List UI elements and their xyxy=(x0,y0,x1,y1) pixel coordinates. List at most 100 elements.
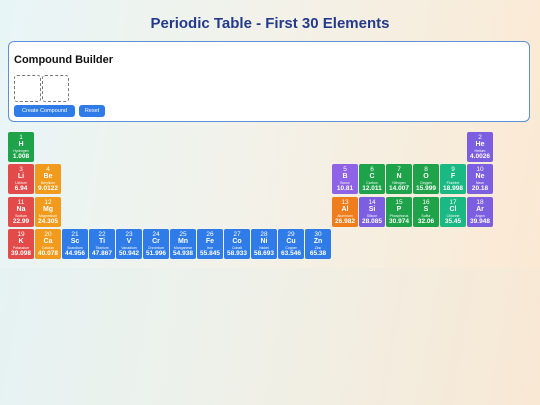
element-symbol: Fe xyxy=(205,237,215,245)
element-tile-zn[interactable]: 30 Zn Zinc 65.38 xyxy=(305,228,331,259)
element-tile-mn[interactable]: 25 Mn Manganese 54.938 xyxy=(170,228,196,259)
element-tile-n[interactable]: 7 N Nitrogen 14.007 xyxy=(386,164,412,195)
element-number: 11 xyxy=(17,198,25,206)
element-tile-cr[interactable]: 24 Cr Chromium 51.996 xyxy=(143,228,169,259)
element-number: 27 xyxy=(233,230,241,238)
element-tile-b[interactable]: 5 B Boron 10.81 xyxy=(332,164,358,195)
element-mass: 47.867 xyxy=(92,249,112,257)
element-symbol: N xyxy=(396,173,402,181)
element-tile-ti[interactable]: 22 Ti Titanium 47.867 xyxy=(89,228,115,259)
element-number: 29 xyxy=(287,230,295,238)
element-symbol: Ca xyxy=(43,237,53,245)
element-number: 14 xyxy=(368,198,376,206)
element-mass: 1.008 xyxy=(12,153,30,160)
element-mass: 15.999 xyxy=(416,185,436,193)
element-symbol: Mg xyxy=(42,205,54,213)
element-number: 4 xyxy=(46,166,50,174)
element-symbol: Cr xyxy=(152,237,160,245)
element-mass: 20.18 xyxy=(471,185,489,193)
element-tile-be[interactable]: 4 Be Beryllium 9.0122 xyxy=(35,164,61,195)
element-number: 3 xyxy=(19,166,23,174)
element-tile-he[interactable]: 2 He Helium 4.0026 xyxy=(467,132,493,162)
element-symbol: Ar xyxy=(476,205,484,213)
element-symbol: Li xyxy=(17,173,25,181)
element-mass: 40.078 xyxy=(38,249,58,257)
element-mass: 58.693 xyxy=(254,249,274,257)
compound-builder-title: Compound Builder xyxy=(14,54,113,66)
element-tile-k[interactable]: 19 K Potassium 39.098 xyxy=(8,228,34,259)
element-mass: 55.845 xyxy=(200,249,220,257)
element-symbol: S xyxy=(423,205,429,213)
element-number: 16 xyxy=(422,198,430,206)
element-symbol: Ni xyxy=(260,237,268,245)
element-mass: 28.085 xyxy=(362,217,382,225)
element-number: 17 xyxy=(449,198,457,206)
element-number: 7 xyxy=(397,166,401,174)
compound-slot-1[interactable] xyxy=(14,75,41,102)
element-tile-li[interactable]: 3 Li Lithium 6.94 xyxy=(8,164,34,195)
element-tile-na[interactable]: 11 Na Sodium 22.99 xyxy=(8,196,34,227)
element-tile-ar[interactable]: 18 Ar Argon 39.948 xyxy=(467,196,493,227)
element-tile-p[interactable]: 15 P Phosphorus 30.974 xyxy=(386,196,412,227)
element-number: 5 xyxy=(343,166,347,174)
element-symbol: K xyxy=(18,237,24,245)
element-tile-co[interactable]: 27 Co Cobalt 58.933 xyxy=(224,228,250,259)
element-symbol: H xyxy=(18,141,24,148)
element-tile-si[interactable]: 14 Si Silicon 28.085 xyxy=(359,196,385,227)
element-tile-ca[interactable]: 20 Ca Calcium 40.078 xyxy=(35,228,61,259)
element-tile-s[interactable]: 16 S Sulfur 32.06 xyxy=(413,196,439,227)
element-mass: 32.06 xyxy=(417,217,435,225)
element-symbol: Cu xyxy=(286,237,296,245)
element-symbol: P xyxy=(396,205,402,213)
reset-button[interactable]: Reset xyxy=(79,105,105,117)
element-tile-fe[interactable]: 26 Fe Iron 55.845 xyxy=(197,228,223,259)
element-mass: 26.982 xyxy=(335,217,355,225)
element-tile-ni[interactable]: 28 Ni Nickel 58.693 xyxy=(251,228,277,259)
element-symbol: Si xyxy=(368,205,376,213)
element-number: 1 xyxy=(19,134,23,141)
element-symbol: C xyxy=(369,173,375,181)
element-symbol: Be xyxy=(43,173,53,181)
element-tile-mg[interactable]: 12 Mg Magnesium 24.305 xyxy=(35,196,61,227)
element-number: 19 xyxy=(17,230,25,238)
element-mass: 63.546 xyxy=(281,249,301,257)
element-tile-c[interactable]: 6 C Carbon 12.011 xyxy=(359,164,385,195)
element-mass: 14.007 xyxy=(389,185,409,193)
element-tile-ne[interactable]: 10 Ne Neon 20.18 xyxy=(467,164,493,195)
element-number: 26 xyxy=(206,230,214,238)
element-tile-h[interactable]: 1 H Hydrogen 1.008 xyxy=(8,132,34,162)
element-tile-cu[interactable]: 29 Cu Copper 63.546 xyxy=(278,228,304,259)
element-tile-sc[interactable]: 21 Sc Scandium 44.956 xyxy=(62,228,88,259)
element-mass: 10.81 xyxy=(336,185,354,193)
element-tile-al[interactable]: 13 Al Aluminum 26.982 xyxy=(332,196,358,227)
element-mass: 9.0122 xyxy=(38,185,58,193)
element-symbol: Cl xyxy=(449,205,457,213)
compound-slot-2[interactable] xyxy=(42,75,69,102)
element-tile-v[interactable]: 23 V Vanadium 50.942 xyxy=(116,228,142,259)
element-symbol: Ti xyxy=(98,237,106,245)
element-symbol: Zn xyxy=(313,237,323,245)
element-tile-f[interactable]: 9 F Fluorine 18.998 xyxy=(440,164,466,195)
element-number: 15 xyxy=(395,198,403,206)
element-mass: 30.974 xyxy=(389,217,409,225)
element-mass: 18.998 xyxy=(443,185,463,193)
element-mass: 39.948 xyxy=(470,217,490,225)
element-mass: 54.938 xyxy=(173,249,193,257)
element-number: 10 xyxy=(476,166,484,174)
element-mass: 50.942 xyxy=(119,249,139,257)
element-number: 22 xyxy=(98,230,106,238)
element-tile-cl[interactable]: 17 Cl Chlorine 35.45 xyxy=(440,196,466,227)
element-mass: 58.933 xyxy=(227,249,247,257)
element-tile-o[interactable]: 8 O Oxygen 15.999 xyxy=(413,164,439,195)
element-number: 13 xyxy=(341,198,349,206)
element-number: 20 xyxy=(44,230,52,238)
element-number: 8 xyxy=(424,166,428,174)
create-compound-button[interactable]: Create Compound xyxy=(14,105,75,117)
element-number: 24 xyxy=(152,230,160,238)
element-mass: 24.305 xyxy=(38,217,58,225)
element-mass: 4.0026 xyxy=(470,153,490,160)
element-number: 25 xyxy=(179,230,187,238)
element-symbol: V xyxy=(126,237,132,245)
element-symbol: Mn xyxy=(177,237,189,245)
element-mass: 22.99 xyxy=(12,217,30,225)
